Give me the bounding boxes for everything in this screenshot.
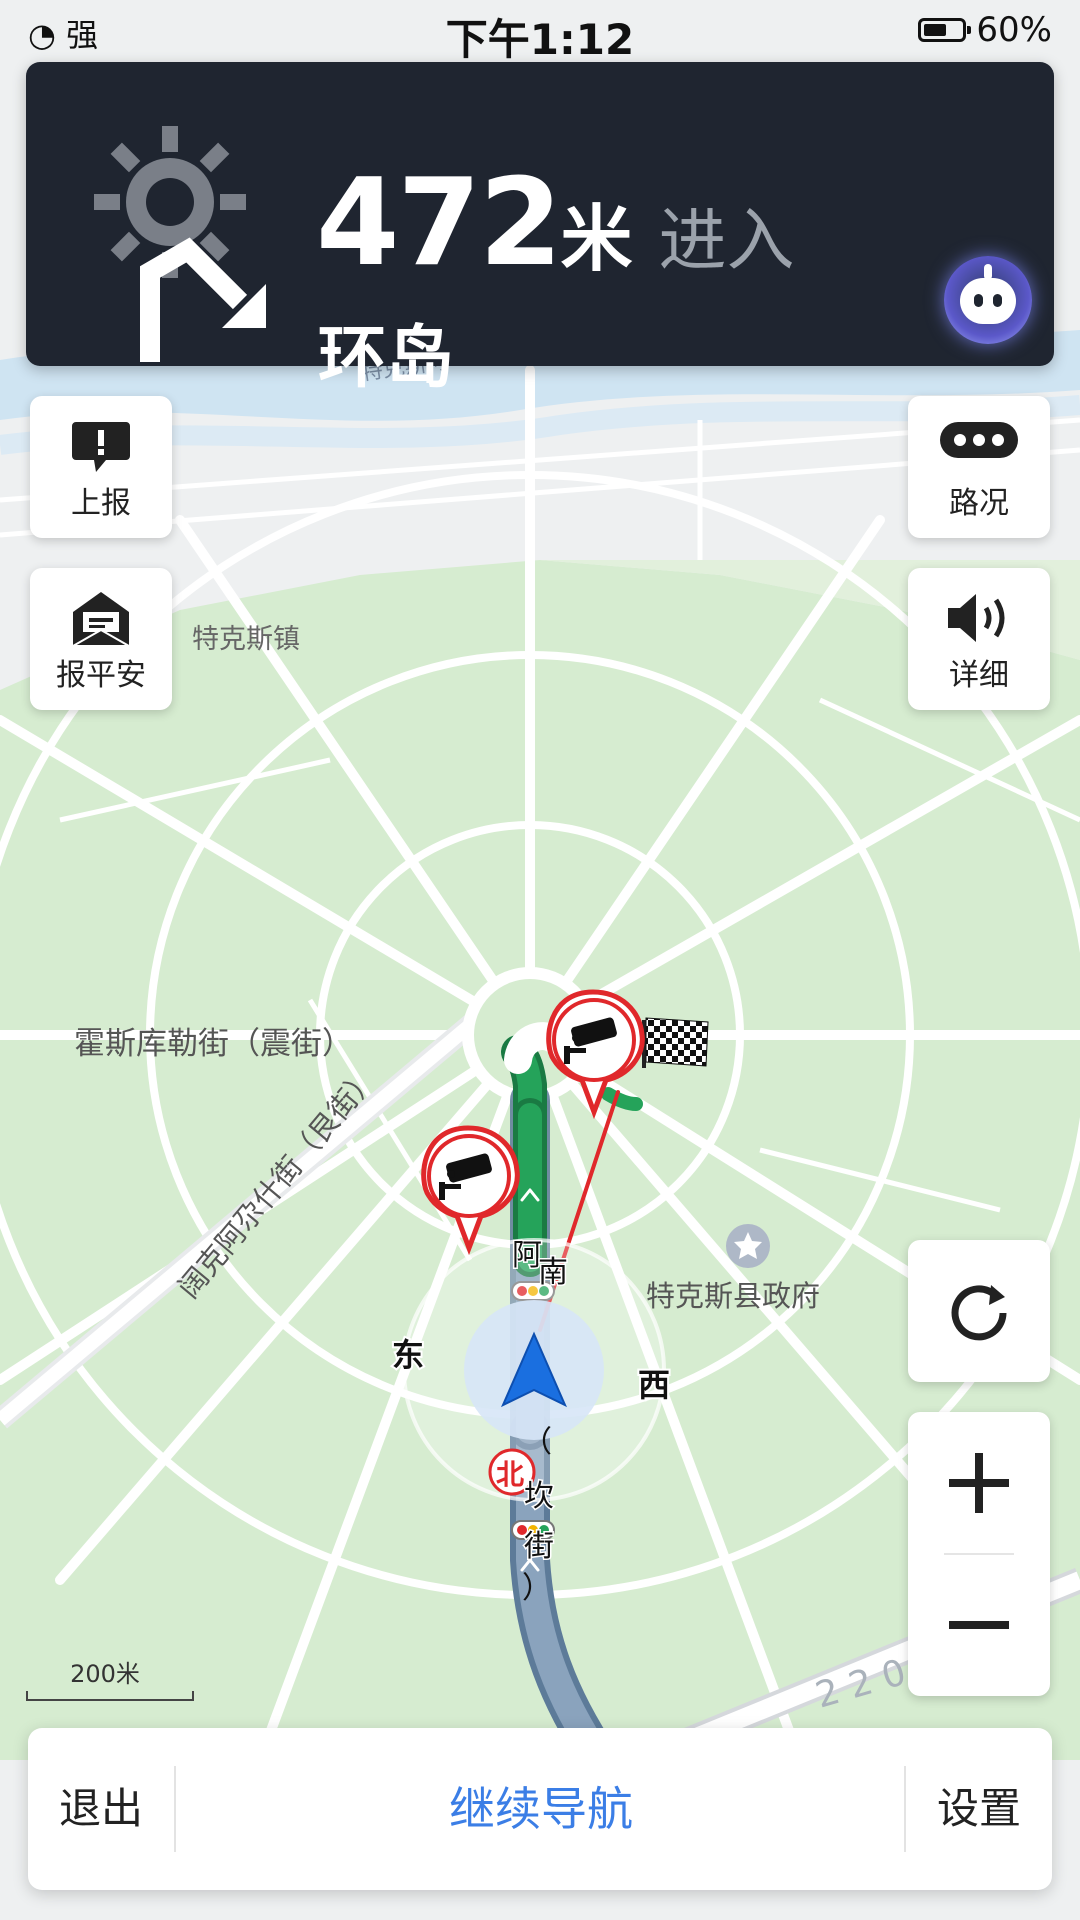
safety-message-label: 报平安 <box>56 658 146 693</box>
speaker-icon <box>908 590 1050 650</box>
map-label-south-d: 街 <box>524 1529 554 1564</box>
zoom-control <box>908 1412 1050 1696</box>
map-label-town: 特克斯镇 <box>192 624 300 655</box>
battery-indicator: 60% <box>918 10 1052 50</box>
government-poi-icon <box>726 1224 770 1268</box>
battery-icon <box>918 18 972 42</box>
map-label-south-c: 坎 <box>524 1479 554 1514</box>
voice-detail-button[interactable]: 详细 <box>908 568 1050 710</box>
compass-east: 东 <box>392 1336 424 1374</box>
report-button[interactable]: 上报 <box>30 396 172 538</box>
battery-percent: 60% <box>976 10 1052 50</box>
traffic-label: 路况 <box>949 486 1009 521</box>
destination-flag-icon <box>642 1017 709 1068</box>
safety-message-icon <box>30 590 172 650</box>
distance-readout: 472米 进入 <box>316 154 795 293</box>
zoom-out-icon <box>949 1621 1009 1629</box>
compass-west: 西 <box>638 1366 670 1404</box>
scale-bar <box>26 1691 194 1701</box>
zoom-out-button[interactable] <box>908 1554 1050 1696</box>
zoom-in-icon <box>949 1453 1009 1513</box>
continue-navigation-button[interactable]: 继续导航 <box>176 1728 906 1890</box>
voice-assistant-icon[interactable] <box>944 256 1032 344</box>
roundabout-turn-right-icon <box>94 126 266 362</box>
distance-unit: 米 <box>560 197 633 281</box>
navigation-banner[interactable]: 472米 进入 环岛 <box>26 62 1054 398</box>
traffic-icon <box>908 418 1050 478</box>
map-label-south-b: 南 <box>538 1255 568 1290</box>
refresh-route-button[interactable] <box>908 1240 1050 1382</box>
exit-button[interactable]: 退出 <box>28 1728 174 1890</box>
safety-message-button[interactable]: 报平安 <box>30 568 172 710</box>
status-bar: ◔ 强 下午1:12 60% <box>0 0 1080 64</box>
map-label-street-west: 霍斯库勒街（震街） <box>74 1026 353 1062</box>
report-icon <box>30 418 172 478</box>
report-label: 上报 <box>71 486 131 521</box>
settings-button[interactable]: 设置 <box>906 1728 1052 1890</box>
scale-label: 200米 <box>70 1660 140 1688</box>
voice-detail-label: 详细 <box>949 658 1009 693</box>
map-label-south-paren2: ） <box>522 1571 552 1606</box>
refresh-icon <box>951 1285 1007 1341</box>
next-road-name: 环岛 <box>318 319 455 398</box>
traffic-button[interactable]: 路况 <box>908 396 1050 538</box>
compass-north: 北 <box>496 1458 524 1491</box>
map-scale: 200米 <box>26 1654 194 1701</box>
zoom-in-button[interactable] <box>908 1412 1050 1554</box>
maneuver-action: 进入 <box>658 202 795 281</box>
map-label-government: 特克斯县政府 <box>646 1279 820 1313</box>
bottom-action-bar: 退出 继续导航 设置 <box>28 1728 1052 1890</box>
map-label-south-paren: （ <box>522 1425 552 1460</box>
battery-fill <box>924 24 947 36</box>
distance-value: 472 <box>316 154 562 293</box>
